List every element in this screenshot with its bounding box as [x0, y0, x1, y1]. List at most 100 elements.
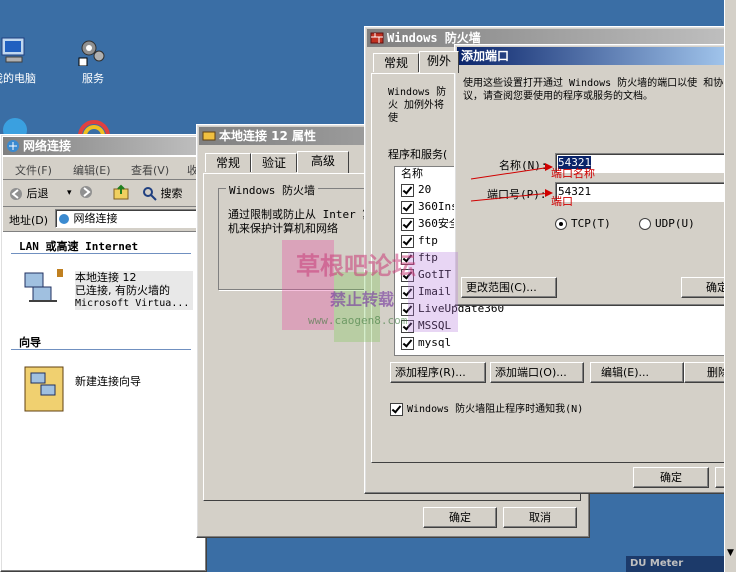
computer-icon [0, 36, 30, 66]
network-folder-icon [59, 214, 69, 224]
cancel-button[interactable]: 取消 [503, 507, 577, 528]
section-header-wizard: 向导 [19, 336, 41, 349]
checkbox-checked[interactable] [401, 183, 414, 197]
scroll-down-icon[interactable]: ▼ [725, 548, 736, 564]
connection-icon [202, 129, 216, 143]
new-connection-wizard-item[interactable]: 新建连接向导 [23, 365, 193, 413]
search-icon [143, 187, 157, 201]
back-dropdown-icon[interactable]: ▾ [67, 188, 72, 198]
menu-edit[interactable]: 编辑(E) [73, 162, 111, 178]
back-button[interactable]: 后退 [9, 185, 49, 201]
add-port-button[interactable]: 添加端口(O)... [490, 362, 584, 383]
forward-arrow-icon [80, 186, 92, 198]
dialog-description: 使用这些设置打开通过 Windows 防火墙的端口以使 和协议，请查阅您要使用的… [463, 78, 724, 102]
address-field[interactable]: 网络连接 [55, 209, 199, 228]
add-program-button[interactable]: 添加程序(R)... [390, 362, 486, 383]
checkbox-checked[interactable] [401, 285, 414, 299]
udp-radio[interactable]: UDP(U) [639, 217, 695, 230]
ok-button[interactable]: 确定 [633, 467, 709, 488]
back-arrow-icon [10, 188, 22, 200]
notify-label: Windows 防火墙阻止程序时通知我(N) [407, 404, 584, 415]
menu-view[interactable]: 查看(V) [131, 162, 169, 178]
address-value: 网络连接 [73, 212, 118, 225]
tab-exceptions[interactable]: 例外 [419, 51, 459, 73]
desktop-icon-label: 服务 [82, 72, 104, 85]
window-title: 网络连接 [23, 139, 72, 153]
address-label: 地址(D) [9, 214, 49, 227]
menu-bar: 文件(F) 编辑(E) 查看(V) 收 [3, 157, 204, 180]
program-list-label: 程序和服务( [388, 148, 448, 161]
scrollbar[interactable]: ▼ [724, 0, 736, 572]
connection-device: Microsoft Virtua... [75, 298, 190, 309]
checkbox-checked[interactable] [401, 336, 414, 350]
du-meter-label: DU Meter [630, 558, 684, 569]
program-list-item[interactable]: MSSQL [401, 317, 735, 334]
exceptions-description: Windows 防火 加例外将使 [388, 87, 447, 124]
annotation-port-name: 端口名称 [551, 167, 595, 180]
address-bar: 地址(D) 网络连接 [3, 207, 204, 232]
checkbox-checked[interactable] [401, 234, 414, 248]
forward-button[interactable] [79, 185, 93, 202]
firewall-icon [370, 31, 384, 45]
toolbar: 后退 ▾ 搜索 [3, 180, 204, 207]
up-folder-icon[interactable] [113, 184, 129, 203]
tab-general[interactable]: 常规 [373, 53, 419, 72]
connection-name: 本地连接 12 [75, 271, 137, 284]
connection-status: 已连接, 有防火墙的 [75, 284, 170, 297]
checkbox-checked[interactable] [401, 268, 414, 282]
search-label: 搜索 [160, 187, 183, 200]
connection-text: 本地连接 12 已连接, 有防火墙的 Microsoft Virtua... [75, 271, 194, 310]
checkbox-checked[interactable] [401, 251, 414, 265]
back-label: 后退 [26, 187, 49, 200]
checkbox-checked[interactable] [401, 319, 414, 333]
groupbox-title: Windows 防火墙 [226, 182, 318, 198]
dialog-title: 添加端口 [461, 49, 510, 63]
annotation-arrows [470, 163, 553, 202]
checkbox-checked[interactable] [390, 402, 403, 416]
tab-general[interactable]: 常规 [205, 153, 251, 172]
menu-file[interactable]: 文件(F) [15, 162, 52, 178]
search-button[interactable]: 搜索 [143, 185, 183, 201]
wizard-label: 新建连接向导 [75, 375, 141, 388]
checkbox-checked[interactable] [401, 217, 414, 231]
desktop-icon-services[interactable]: 服务 [63, 36, 123, 86]
ok-button[interactable]: 确定 [423, 507, 497, 528]
desktop-partial-icon [78, 116, 110, 137]
groupbox-text: 通过限制或防止从 Inter 算机来保护计算机和网络 [228, 208, 374, 235]
connection-item[interactable]: 本地连接 12 已连接, 有防火墙的 Microsoft Virtua... [19, 269, 195, 313]
change-scope-button[interactable]: 更改范围(C)... [461, 277, 557, 298]
tcp-radio[interactable]: TCP(T) [555, 217, 611, 230]
desktop-partial-icon [0, 116, 30, 142]
program-list-item[interactable]: mysql [401, 334, 735, 351]
annotation-port: 端口 [551, 195, 573, 208]
port-input[interactable]: 54321 [555, 182, 736, 202]
section-divider [11, 349, 191, 350]
program-name: Imail [418, 285, 452, 298]
checkbox-checked[interactable] [401, 200, 414, 214]
window-title-bar[interactable]: 网络连接 [3, 137, 204, 155]
services-icon [77, 36, 109, 67]
program-name: ftp [418, 251, 438, 264]
tab-advanced[interactable]: 高级 [297, 151, 349, 173]
window-title: 本地连接 12 属性 [219, 129, 317, 143]
window-title: Windows 防火墙 [387, 31, 481, 45]
network-connections-window: 网络连接 文件(F) 编辑(E) 查看(V) 收 后退 ▾ 搜索 地址(D) 网… [0, 134, 207, 572]
radio-selected[interactable] [555, 218, 567, 230]
program-name: ftp [418, 234, 438, 247]
notify-checkbox[interactable]: Windows 防火墙阻止程序时通知我(N) [390, 400, 583, 416]
network-folder-icon [6, 139, 20, 153]
section-header-lan: LAN 或高速 Internet [19, 240, 139, 253]
checkbox-checked[interactable] [401, 302, 414, 316]
du-meter-widget[interactable]: DU Meter [626, 556, 734, 572]
tab-authentication[interactable]: 验证 [251, 153, 297, 172]
edit-button[interactable]: 编辑(E)... [590, 362, 684, 383]
program-name: MSSQL [418, 319, 452, 332]
add-port-dialog: 添加端口 使用这些设置打开通过 Windows 防火墙的端口以使 和协议，请查阅… [454, 44, 736, 306]
section-divider [11, 253, 191, 254]
program-name: 20 [418, 183, 432, 196]
dialog-title-bar[interactable]: 添加端口 [457, 47, 735, 65]
wizard-icon [23, 365, 65, 416]
radio-unselected[interactable] [639, 218, 651, 230]
network-connection-icon [19, 269, 63, 313]
desktop-icon-my-computer[interactable]: 我的电脑 [0, 36, 44, 86]
